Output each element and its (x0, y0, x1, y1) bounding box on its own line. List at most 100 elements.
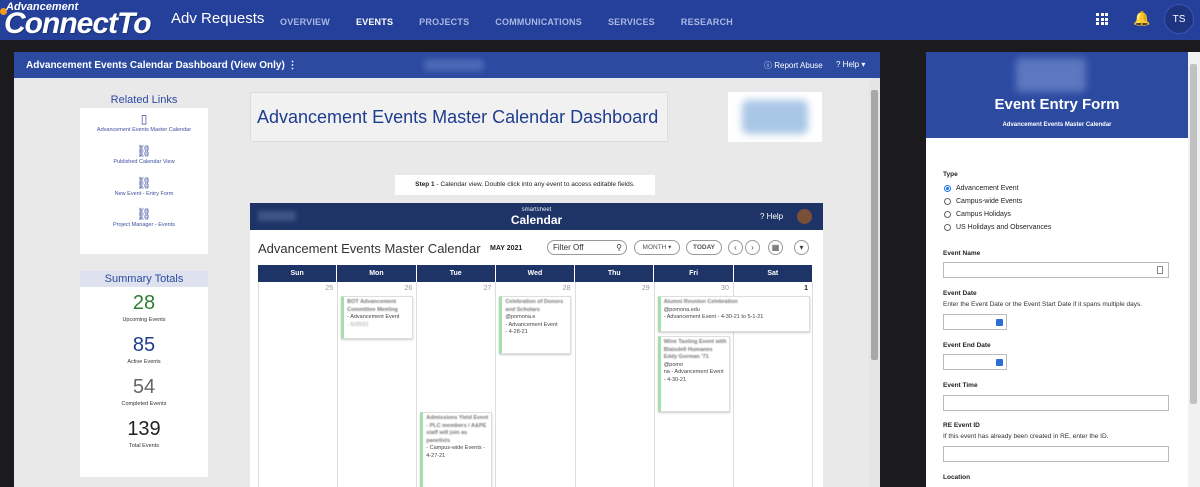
calendar-title: Advancement Events Master Calendar (258, 241, 481, 256)
radio-icon (944, 198, 951, 205)
dashboard-scroll-thumb[interactable] (871, 90, 878, 360)
nav-communications[interactable]: COMMUNICATIONS (495, 17, 582, 27)
radio-label: Campus Holidays (956, 211, 1011, 218)
day-cell-sun[interactable]: 25 (258, 282, 339, 487)
more-options-chevron-icon[interactable]: ▾ (794, 240, 809, 255)
summary-totals-widget: Summary Totals 28 Upcoming Events 85 Act… (80, 271, 208, 477)
event-date-help: Enter the Event Date or the Event Start … (943, 301, 1143, 308)
nav-projects[interactable]: PROJECTS (419, 17, 469, 27)
event-email: @pomona.edu (663, 306, 700, 313)
nav-events[interactable]: EVENTS (356, 17, 393, 27)
day-cell-mon[interactable]: 26 BOT Advancement Committee Meeting - A… (338, 282, 418, 487)
main-nav: OVERVIEW EVENTS PROJECTS COMMUNICATIONS … (280, 17, 759, 27)
advancement-connectto-logo[interactable]: Advancement ConnectTo (0, 0, 160, 40)
day-cell-thu[interactable]: 29 (576, 282, 655, 487)
user-avatar[interactable]: TS (1164, 4, 1194, 34)
link-new-event-form[interactable]: ⛓ New Event - Entry Form (80, 176, 208, 197)
weekday-wed: Wed (495, 265, 576, 282)
type-radio-us-holidays[interactable]: US Holidays and Observances (944, 224, 1051, 231)
form-scroll-thumb[interactable] (1190, 64, 1197, 404)
dashboard-help-link[interactable]: ? Help ▾ (836, 60, 865, 69)
type-radio-campus-wide[interactable]: Campus-wide Events (944, 198, 1022, 205)
day-cell-tue[interactable]: 27 Admissions Yield Event - PLC members … (417, 282, 497, 487)
link-icon: ⛓ (136, 207, 152, 221)
notification-bell-icon[interactable]: 🔔 (1133, 10, 1150, 27)
step-number: Step 1 (415, 181, 435, 188)
event-name-input[interactable] (943, 262, 1169, 278)
location-label: Location (943, 474, 971, 481)
date-number: 30 (721, 285, 729, 292)
re-event-id-label: RE Event ID (943, 422, 980, 429)
form-scrollbar[interactable] (1188, 52, 1200, 487)
report-abuse-link[interactable]: ⓘ Report Abuse (764, 60, 823, 71)
smartsheet-calendar: smartsheet Calendar ? Help Advancement E… (250, 203, 823, 487)
calendar-brand: smartsheet Calendar (250, 207, 823, 227)
event-end-date-input[interactable] (943, 354, 1007, 370)
link-icon: ⛓ (136, 176, 152, 190)
event-time-input[interactable] (943, 395, 1169, 411)
event-title: Alumni Reunion Celebration (663, 299, 738, 305)
link-label: Advancement Events Master Calendar (96, 127, 192, 133)
type-radio-campus-holidays[interactable]: Campus Holidays (944, 211, 1011, 218)
event-type: - Advancement Event - 4-30-21 to 5-1-21 (663, 314, 764, 320)
app-grid-icon[interactable] (1096, 13, 1108, 25)
previous-month-button[interactable]: ‹ (728, 240, 743, 255)
weekday-tue: Tue (416, 265, 496, 282)
metric-total: 139 Total Events (80, 418, 208, 449)
calendar-icon[interactable] (996, 319, 1003, 326)
blurred-form-logo (1016, 58, 1086, 92)
calendar-help-link[interactable]: ? Help (760, 212, 783, 221)
today-button[interactable]: TODAY (686, 240, 722, 255)
nav-overview[interactable]: OVERVIEW (280, 17, 330, 27)
type-radio-advancement[interactable]: Advancement Event (944, 185, 1019, 192)
dashboard-main-title-card: Advancement Events Master Calendar Dashb… (250, 92, 668, 142)
calendar-icon[interactable] (996, 359, 1003, 366)
metric-active: 85 Active Events (80, 334, 208, 365)
dashboard-scrollbar[interactable] (869, 78, 880, 487)
dashboard-panel: Advancement Events Calendar Dashboard (V… (14, 52, 880, 487)
dashboard-header: Advancement Events Calendar Dashboard (V… (14, 52, 880, 78)
radio-label: US Holidays and Observances (956, 224, 1052, 231)
nav-research[interactable]: RESEARCH (681, 17, 733, 27)
event-card-wine-tasting[interactable]: Wine Tasting Event with Blaisdell Humane… (657, 336, 730, 412)
link-project-manager[interactable]: ⛓ Project Manager - Events (80, 207, 208, 228)
event-email: @pomo (663, 361, 684, 368)
event-card-donor-celebration[interactable]: Celebration of Donors and Scholars @pomo… (499, 296, 572, 354)
form-subtitle: Advancement Events Master Calendar (1002, 122, 1112, 128)
metric-label: Upcoming Events (122, 317, 166, 323)
date-number: 28 (562, 285, 571, 292)
date-number: 29 (641, 285, 650, 292)
event-type: - Advancement Event (505, 321, 558, 328)
metric-label: Active Events (127, 359, 161, 365)
event-card-alumni-reunion[interactable]: Alumni Reunion Celebration @pomona.edu -… (657, 296, 810, 332)
event-card-bot-meeting[interactable]: BOT Advancement Committee Meeting - Adva… (341, 296, 414, 339)
event-entry-form-panel: Event Entry Form Advancement Events Mast… (926, 52, 1188, 487)
day-cell-wed[interactable]: 28 Celebration of Donors and Scholars @p… (496, 282, 576, 487)
nav-services[interactable]: SERVICES (608, 17, 655, 27)
type-label: Type (943, 171, 958, 178)
dashboard-title[interactable]: Advancement Events Calendar Dashboard (V… (26, 60, 298, 71)
weekday-sun: Sun (258, 265, 338, 282)
metric-value: 139 (127, 418, 161, 440)
link-master-calendar[interactable]: ▯ Advancement Events Master Calendar (80, 112, 208, 133)
filter-icon: ⚲ (616, 243, 622, 252)
event-email: @pomona.e (505, 314, 536, 320)
next-month-button[interactable]: › (745, 240, 760, 255)
report-abuse-label: Report Abuse (774, 61, 823, 70)
calendar-user-avatar[interactable] (797, 209, 812, 224)
app-title[interactable]: Adv Requests (171, 10, 264, 27)
brand-calendar: Calendar (510, 213, 563, 227)
day-cell-fri[interactable]: 30 Alumni Reunion Celebration @pomona.ed… (655, 282, 810, 487)
re-event-id-input[interactable] (943, 446, 1169, 462)
event-date-input[interactable] (943, 314, 1007, 330)
blurred-college-logo (742, 100, 808, 134)
event-title: Wine Tasting Event with Blaisdell Humane… (663, 339, 727, 360)
link-published-calendar[interactable]: ⛓ Published Calendar View (80, 144, 208, 165)
date-picker-icon[interactable]: ▦ (768, 240, 783, 255)
date-number: 27 (483, 285, 492, 292)
month-view-button[interactable]: MONTH ▾ (634, 240, 680, 255)
filter-toggle[interactable]: Filter Off ⚲ (547, 240, 627, 255)
calendar-week-grid: 25 26 BOT Advancement Committee Meeting … (258, 282, 813, 487)
event-card-admissions-yield[interactable]: Admissions Yield Event - PLC members / A… (420, 412, 493, 487)
step-text: - Calendar view. Double click into any e… (434, 181, 635, 188)
